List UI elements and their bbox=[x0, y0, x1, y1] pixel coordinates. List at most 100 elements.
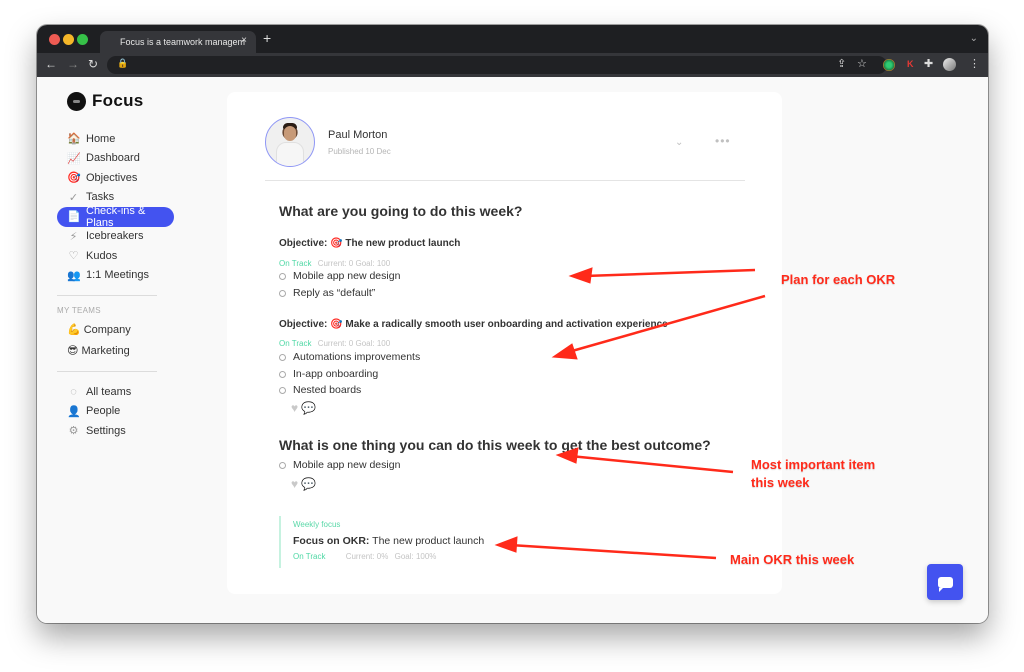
objective-status: On Track Current: 0 Goal: 100 bbox=[279, 339, 390, 348]
sidebar-item-meetings[interactable]: 👥 1:1 Meetings bbox=[55, 266, 165, 286]
status-on-track: On Track bbox=[293, 552, 326, 561]
current-value: Current: 0% bbox=[345, 552, 389, 561]
reactions: ♥ 💬 bbox=[291, 477, 316, 491]
kebab-menu-icon[interactable]: ⋮ bbox=[969, 57, 980, 70]
task-item[interactable]: Mobile app new design bbox=[279, 270, 400, 282]
heart-icon[interactable]: ♥ bbox=[291, 401, 298, 415]
tab-search-chevron-icon[interactable]: ⌄ bbox=[970, 33, 978, 44]
weekly-focus: Weekly focus Focus on OKR: The new produ… bbox=[279, 516, 484, 568]
share-icon[interactable]: ⇪ bbox=[837, 57, 846, 70]
comment-icon[interactable]: 💬 bbox=[301, 477, 316, 491]
comment-icon[interactable]: 💬 bbox=[301, 401, 316, 415]
sidebar: Focus 🏠 Home 📈 Dashboard 🎯 Objectives ✓ … bbox=[55, 87, 174, 441]
team-marketing[interactable]: 😎 Marketing bbox=[55, 340, 165, 361]
team-label: Company bbox=[83, 323, 131, 336]
goal-value: Goal: 100 bbox=[355, 339, 391, 348]
sidebar-item-people[interactable]: 👤 People bbox=[55, 402, 165, 422]
chat-support-button[interactable] bbox=[927, 564, 963, 600]
sidebar-item-label: Home bbox=[86, 132, 116, 145]
objective-title[interactable]: Objective: 🎯 The new product launch bbox=[279, 238, 460, 249]
new-tab-button[interactable]: + bbox=[263, 30, 271, 46]
close-tab-icon[interactable]: × bbox=[241, 35, 247, 46]
task-item[interactable]: Nested boards bbox=[279, 384, 361, 396]
back-icon[interactable]: ← bbox=[45, 57, 57, 71]
address-bar[interactable]: 🔒 bbox=[107, 56, 887, 74]
reactions: ♥ 💬 bbox=[291, 401, 316, 415]
more-options-icon[interactable]: ••• bbox=[715, 134, 731, 148]
status-on-track: On Track bbox=[279, 339, 312, 348]
sidebar-item-label: Objectives bbox=[86, 171, 138, 184]
task-checkbox[interactable] bbox=[279, 461, 286, 469]
task-item[interactable]: Mobile app new design bbox=[279, 459, 400, 471]
task-item[interactable]: Reply as “default” bbox=[279, 287, 375, 299]
lock-icon: 🔒 bbox=[117, 58, 129, 68]
sidebar-item-icebreakers[interactable]: ⚡ Icebreakers bbox=[55, 227, 165, 247]
forward-icon[interactable]: → bbox=[67, 57, 79, 71]
task-item[interactable]: Automations improvements bbox=[279, 351, 420, 363]
sidebar-item-home[interactable]: 🏠 Home bbox=[55, 129, 165, 149]
k-extension-icon[interactable]: K bbox=[907, 59, 914, 69]
task-checkbox[interactable] bbox=[279, 370, 286, 378]
avatar-shirt bbox=[276, 142, 304, 166]
lightning-icon: ⚡ bbox=[69, 230, 78, 243]
annotation-main-okr: Main OKR this week bbox=[730, 552, 855, 567]
home-icon: 🏠 bbox=[67, 133, 81, 146]
objective-prefix: Objective: bbox=[279, 319, 328, 330]
task-checkbox[interactable] bbox=[279, 272, 286, 280]
task-label: Mobile app new design bbox=[293, 459, 401, 471]
task-checkbox[interactable] bbox=[279, 353, 286, 361]
goal-value: Goal: 100 bbox=[355, 259, 391, 268]
people-icon: 👥 bbox=[67, 269, 81, 282]
star-icon[interactable]: ☆ bbox=[857, 57, 867, 70]
logo[interactable]: Focus bbox=[67, 91, 165, 111]
logo-text: Focus bbox=[92, 91, 144, 110]
author-name[interactable]: Paul Morton bbox=[328, 129, 387, 141]
page-content: Focus 🏠 Home 📈 Dashboard 🎯 Objectives ✓ … bbox=[37, 77, 988, 623]
chevron-down-icon[interactable]: ⌄ bbox=[675, 137, 683, 148]
sidebar-item-objectives[interactable]: 🎯 Objectives bbox=[55, 168, 165, 188]
author-avatar[interactable] bbox=[265, 117, 315, 167]
team-company[interactable]: 💪 Company bbox=[55, 319, 165, 340]
objective-name: Make a radically smooth user onboarding … bbox=[345, 319, 668, 330]
task-item[interactable]: In-app onboarding bbox=[279, 368, 378, 380]
sidebar-item-dashboard[interactable]: 📈 Dashboard bbox=[55, 149, 165, 169]
logo-icon bbox=[67, 91, 86, 111]
current-value: Current: 0 bbox=[317, 259, 354, 268]
title-bar: Focus is a teamwork managem × + ⌄ bbox=[37, 25, 988, 53]
task-label: Mobile app new design bbox=[293, 270, 401, 282]
current-value: Current: 0 bbox=[317, 339, 354, 348]
browser-tab[interactable]: Focus is a teamwork managem × bbox=[100, 31, 256, 53]
sidebar-item-label: Tasks bbox=[86, 191, 115, 204]
document-icon: 📄 bbox=[67, 211, 81, 224]
question-weekly-plan: What are you going to do this week? bbox=[279, 203, 523, 219]
task-checkbox[interactable] bbox=[279, 289, 286, 297]
task-checkbox[interactable] bbox=[279, 386, 286, 394]
task-label: Automations improvements bbox=[293, 351, 421, 363]
sidebar-item-label: Check-ins & Plans bbox=[86, 204, 146, 229]
puzzle-icon[interactable]: ✚ bbox=[924, 57, 933, 70]
goal-value: Goal: 100% bbox=[394, 552, 437, 561]
sidebar-item-settings[interactable]: ⚙ Settings bbox=[55, 421, 165, 441]
objective-title[interactable]: Objective: 🎯 Make a radically smooth use… bbox=[279, 319, 668, 330]
profile-avatar[interactable] bbox=[943, 58, 956, 71]
team-circle-icon: ◌ bbox=[70, 385, 77, 398]
close-window-button[interactable] bbox=[49, 34, 60, 45]
maximize-window-button[interactable] bbox=[77, 34, 88, 45]
sidebar-item-label: Kudos bbox=[86, 249, 118, 262]
focus-prefix: Focus on OKR: bbox=[293, 535, 370, 547]
sidebar-item-kudos[interactable]: ♡ Kudos bbox=[55, 246, 165, 266]
dart-target-icon: 🎯 bbox=[330, 319, 343, 330]
browser-window: Focus is a teamwork managem × + ⌄ ← → ↻ … bbox=[37, 25, 988, 623]
dart-target-icon: 🎯 bbox=[330, 238, 343, 249]
green-extension-icon[interactable] bbox=[883, 59, 895, 71]
minimize-window-button[interactable] bbox=[63, 34, 74, 45]
sidebar-item-check-ins-plans[interactable]: 📄 Check-ins & Plans bbox=[57, 204, 174, 229]
weekly-focus-title[interactable]: Focus on OKR: The new product launch bbox=[293, 535, 484, 547]
annotation-important: Most important item this week bbox=[751, 456, 875, 492]
target-icon: 🎯 bbox=[67, 172, 81, 185]
sidebar-item-label: 1:1 Meetings bbox=[86, 269, 149, 282]
sidebar-item-all-teams[interactable]: ◌ All teams bbox=[55, 382, 165, 402]
reload-icon[interactable]: ↻ bbox=[88, 57, 98, 71]
task-label: Reply as “default” bbox=[293, 287, 376, 299]
heart-icon[interactable]: ♥ bbox=[291, 477, 298, 491]
